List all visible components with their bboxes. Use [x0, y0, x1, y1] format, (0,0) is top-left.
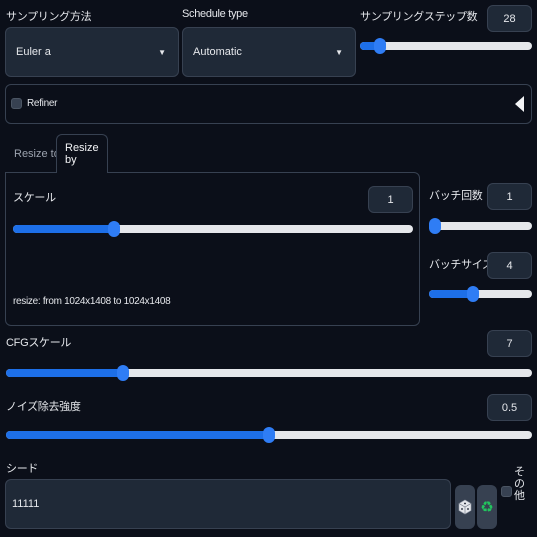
denoise-strength-slider[interactable] [6, 427, 532, 443]
seed-label: シード [6, 463, 39, 475]
schedule-type-dropdown[interactable]: Automatic ▼ [182, 27, 356, 77]
slider-thumb[interactable] [263, 427, 275, 443]
resize-by-panel: スケール 1 resize: from 1024x1408 to 1024x14… [5, 172, 420, 326]
sampling-steps-label: サンプリングステップ数 [360, 11, 478, 23]
refiner-checkbox[interactable] [11, 98, 22, 109]
sampling-method-dropdown[interactable]: Euler a ▼ [5, 27, 179, 77]
batch-count-input[interactable]: 1 [487, 183, 532, 210]
batch-size-input[interactable]: 4 [487, 252, 532, 279]
random-seed-button[interactable] [455, 485, 475, 529]
tab-resize-by[interactable]: Resize by [56, 134, 108, 173]
slider-thumb[interactable] [374, 38, 387, 54]
dice-icon [458, 499, 472, 515]
batch-size-slider[interactable] [429, 286, 532, 302]
slider-thumb[interactable] [467, 286, 480, 302]
seed-value: 11111 [12, 498, 40, 510]
seed-input[interactable]: 11111 [5, 479, 451, 529]
cfg-scale-slider[interactable] [6, 365, 532, 381]
slider-fill [429, 290, 473, 298]
slider-fill [360, 42, 376, 50]
slider-thumb[interactable] [116, 365, 129, 381]
slider-fill [13, 225, 111, 233]
batch-count-label: バッチ回数 [429, 190, 483, 202]
slider-thumb[interactable] [429, 218, 441, 234]
collapse-triangle-icon[interactable] [515, 96, 524, 112]
scale-label: スケール [13, 192, 56, 204]
slider-thumb[interactable] [108, 221, 121, 237]
sampling-steps-slider[interactable] [360, 38, 532, 54]
batch-size-label: バッチサイズ [429, 259, 493, 271]
batch-count-slider[interactable] [429, 218, 532, 234]
slider-fill [6, 431, 269, 439]
sampling-steps-input[interactable]: 28 [487, 5, 532, 32]
refiner-label: Refiner [27, 98, 58, 109]
slider-fill [6, 369, 120, 377]
chevron-down-icon: ▼ [158, 47, 166, 57]
extra-seed-label: その他 [514, 466, 525, 502]
reuse-seed-button[interactable]: ♻ [477, 485, 497, 529]
sampling-method-value: Euler a [16, 46, 51, 58]
sampling-method-label: サンプリング方法 [6, 11, 92, 23]
recycle-icon: ♻ [480, 498, 494, 516]
schedule-type-label: Schedule type [182, 8, 248, 20]
refiner-accordion[interactable]: Refiner [5, 84, 532, 124]
extra-seed-checkbox[interactable] [501, 486, 512, 497]
resize-info-text: resize: from 1024x1408 to 1024x1408 [13, 296, 171, 307]
schedule-type-value: Automatic [193, 46, 242, 58]
scale-slider[interactable] [13, 221, 413, 237]
chevron-down-icon: ▼ [335, 47, 343, 57]
denoise-strength-input[interactable]: 0.5 [487, 394, 532, 421]
denoise-strength-label: ノイズ除去強度 [6, 401, 81, 413]
cfg-scale-input[interactable]: 7 [487, 330, 532, 357]
cfg-scale-label: CFGスケール [6, 337, 72, 349]
scale-input[interactable]: 1 [368, 186, 413, 213]
